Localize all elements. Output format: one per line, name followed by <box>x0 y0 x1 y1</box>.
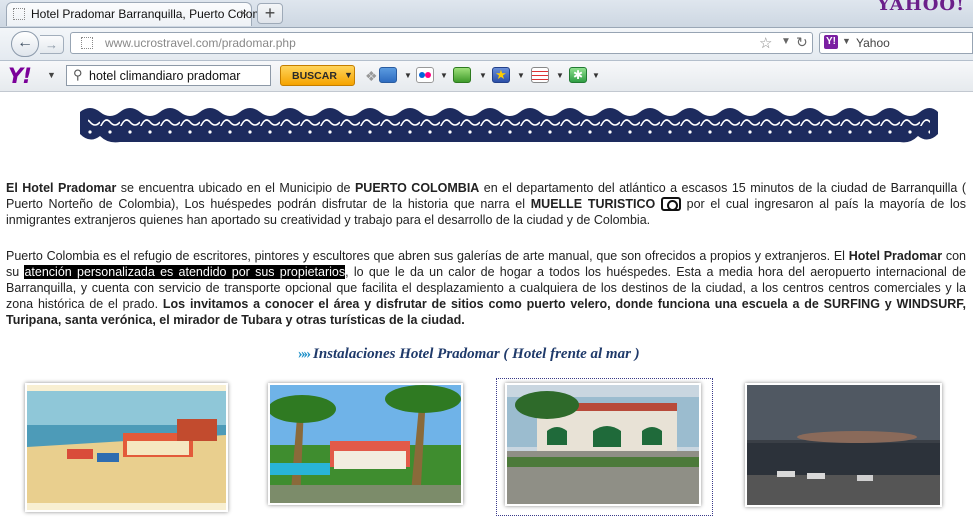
navigation-bar: ← → www.ucrostravel.com/pradomar.php ☆ ▼… <box>0 28 973 61</box>
double-arrow-icon: »» <box>298 346 311 362</box>
tab-close-icon[interactable]: × <box>240 6 247 20</box>
search-engine-placeholder: Yahoo <box>856 36 890 50</box>
addons-dropdown-icon[interactable]: ▼ <box>592 71 600 80</box>
buscar-label: BUSCAR <box>292 70 337 82</box>
back-arrow-icon: ← <box>17 34 33 51</box>
flickr-icon[interactable] <box>416 67 434 83</box>
url-path: /pradomar.php <box>218 36 296 50</box>
addons-icon[interactable]: ✱ <box>569 67 587 83</box>
yahoo-menu-dropdown-icon[interactable]: ▼ <box>47 70 56 80</box>
decorative-wave-banner <box>80 108 938 143</box>
url-favicon-icon <box>81 37 93 49</box>
camera-icon[interactable] <box>660 197 681 211</box>
games-dropdown-icon[interactable]: ▼ <box>479 71 487 80</box>
favorites-dropdown-icon[interactable]: ▼ <box>517 71 525 80</box>
bookmark-star-icon[interactable]: ☆ <box>759 34 772 52</box>
url-text[interactable]: www.ucrostravel.com/pradomar.php <box>105 36 296 50</box>
browser-tab[interactable]: Hotel Pradomar Barranquilla, Puerto Colo… <box>6 2 282 26</box>
browser-search-box[interactable]: Y! ▼ Yahoo <box>819 32 973 54</box>
intro-hotel-name: El Hotel Pradomar <box>6 181 117 195</box>
games-icon[interactable] <box>453 67 471 83</box>
toolbar-grip-icon: ❖ <box>365 68 378 84</box>
mail-icon[interactable] <box>379 67 397 83</box>
address-bar[interactable]: www.ucrostravel.com/pradomar.php ☆ ▼ ↻ <box>70 32 813 54</box>
yahoo-search-input[interactable]: ⚲ hotel climandiaro pradomar <box>66 65 271 86</box>
back-button[interactable]: ← <box>11 31 39 57</box>
yahoo-logo[interactable]: Y! <box>8 64 32 88</box>
forward-arrow-icon: → <box>45 37 58 52</box>
calendar-dropdown-icon[interactable]: ▼ <box>556 71 564 80</box>
postcard-beach-photo[interactable] <box>25 383 228 512</box>
installations-heading: »» Instalaciones Hotel Pradomar ( Hotel f… <box>298 346 640 363</box>
intro-muelle: MUELLE TURISTICO <box>530 197 656 211</box>
pool-palms-photo[interactable] <box>268 383 463 505</box>
reload-icon[interactable]: ↻ <box>796 34 808 51</box>
details-text-1: Puerto Colombia es el refugio de escrito… <box>6 249 849 263</box>
engine-dropdown-icon[interactable]: ▼ <box>842 36 851 46</box>
yahoo-toolbar: Y! ▼ ⚲ hotel climandiaro pradomar BUSCAR… <box>0 61 973 92</box>
search-icon: ⚲ <box>73 67 83 82</box>
intro-paragraph: El Hotel Pradomar se encuentra ubicado e… <box>6 180 966 228</box>
installations-title: Instalaciones Hotel Pradomar ( Hotel fre… <box>313 346 640 362</box>
intro-puerto-colombia: PUERTO COLOMBIA <box>354 181 480 195</box>
url-history-dropdown-icon[interactable]: ▼ <box>781 36 791 47</box>
buscar-button[interactable]: BUSCAR ▼ <box>280 65 355 86</box>
favorites-star-icon[interactable]: ★ <box>492 67 510 83</box>
yahoo-engine-icon[interactable]: Y! <box>824 35 838 49</box>
new-tab-button[interactable]: + <box>257 3 283 24</box>
page-favicon-icon <box>13 8 25 20</box>
details-hotel-name: Hotel Pradomar <box>848 249 943 263</box>
hotel-entrance-photo[interactable] <box>505 383 701 506</box>
details-paragraph: Puerto Colombia es el refugio de escrito… <box>6 248 966 328</box>
intro-text-1: se encuentra ubicado en el Municipio de <box>116 181 355 195</box>
highlighted-selection: atención personalizada es atendido por s… <box>24 265 346 279</box>
yahoo-brand-corner: YAHOO! <box>877 0 965 15</box>
yahoo-search-value: hotel climandiaro pradomar <box>89 69 241 83</box>
buscar-dropdown-icon[interactable]: ▼ <box>344 70 353 80</box>
calendar-icon[interactable] <box>531 67 549 83</box>
url-domain: www.ucrostravel.com <box>105 36 219 50</box>
tab-bar: Hotel Pradomar Barranquilla, Puerto Colo… <box>0 0 973 28</box>
mail-dropdown-icon[interactable]: ▼ <box>404 71 412 80</box>
sunset-terrace-photo[interactable] <box>745 383 942 507</box>
forward-button[interactable]: → <box>40 35 64 54</box>
flickr-dropdown-icon[interactable]: ▼ <box>440 71 448 80</box>
